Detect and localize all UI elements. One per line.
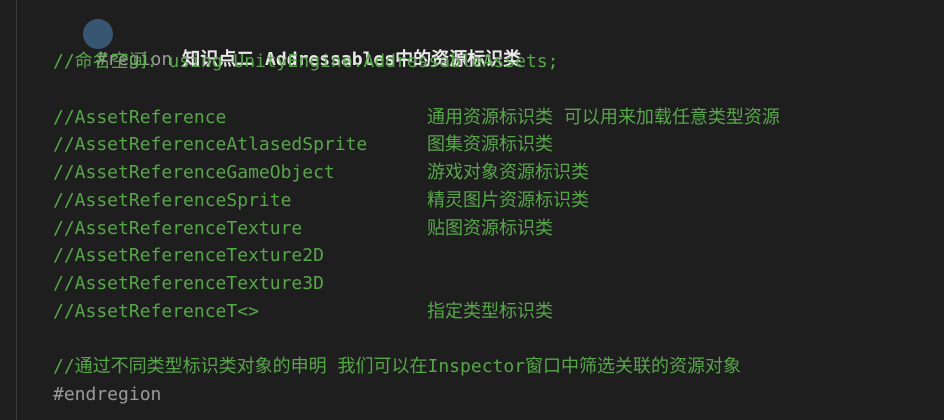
region-line: #region 知识点二 Addressables中的资源标识类	[53, 21, 521, 70]
ref-name-3: //AssetReferenceSprite	[53, 190, 292, 211]
ref-name-4: //AssetReferenceTexture	[53, 218, 303, 239]
namespace-comment: //命名空间: using UnityEngine.AddressableAss…	[53, 51, 559, 72]
ref-name-0: //AssetReference	[53, 107, 227, 128]
ref-name-5: //AssetReferenceTexture2D	[53, 245, 324, 266]
indent-guide	[16, 0, 17, 420]
ref-desc-7: 指定类型标识类	[427, 301, 553, 322]
ref-name-2: //AssetReferenceGameObject	[53, 162, 335, 183]
ref-name-7: //AssetReferenceT<>	[53, 301, 259, 322]
ref-name-6: //AssetReferenceTexture3D	[53, 273, 324, 294]
ref-desc-0: 通用资源标识类 可以用来加载任意类型资源	[427, 107, 780, 128]
ref-desc-4: 贴图资源标识类	[427, 218, 553, 239]
ref-desc-2: 游戏对象资源标识类	[427, 162, 589, 183]
ref-desc-3: 精灵图片资源标识类	[427, 190, 589, 211]
summary-comment: //通过不同类型标识类对象的申明 我们可以在Inspector窗口中筛选关联的资…	[53, 356, 742, 377]
ref-desc-1: 图集资源标识类	[427, 134, 553, 155]
endregion-keyword: #endregion	[53, 384, 162, 405]
ref-name-1: //AssetReferenceAtlasedSprite	[53, 134, 368, 155]
code-editor[interactable]: #region 知识点二 Addressables中的资源标识类 //命名空间: …	[0, 0, 944, 420]
